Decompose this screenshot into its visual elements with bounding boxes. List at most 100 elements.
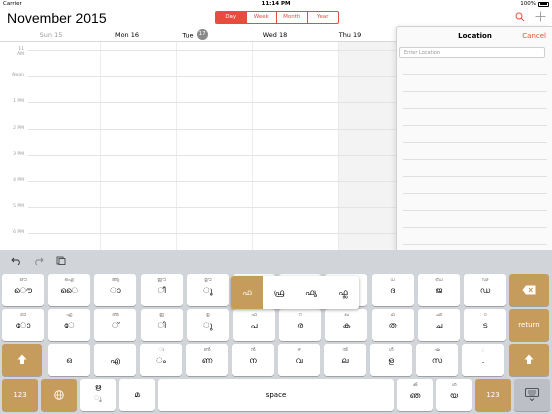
key-row1-1[interactable]: ഐൈ	[48, 274, 91, 306]
location-input[interactable]: Enter Location	[399, 47, 545, 58]
key-char: ല	[341, 356, 349, 365]
divider	[403, 142, 547, 143]
dismiss-keyboard-key[interactable]	[514, 379, 550, 411]
shift-key-right[interactable]	[509, 344, 549, 376]
shift-key-left[interactable]	[2, 344, 42, 376]
key-row3-4[interactable]: ൻന	[232, 344, 274, 376]
hour-label: 5 PM	[13, 204, 24, 209]
day-mon[interactable]: Mon 16	[89, 31, 165, 39]
key-char: ു	[203, 321, 213, 330]
key-row1-0[interactable]: ഔൌ	[2, 274, 44, 306]
numbers-key-left[interactable]: 123	[2, 379, 38, 411]
divider	[403, 108, 547, 109]
today-badge: 17	[196, 29, 208, 40]
key-hint: ;	[482, 347, 484, 353]
key-char: എ	[110, 356, 120, 365]
key-row3-6[interactable]: ൽല	[324, 344, 366, 376]
key-hint: ഏ	[66, 312, 73, 318]
key-row3-0[interactable]: ഒ	[48, 344, 90, 376]
location-popover: Location Cancel Enter Location	[396, 26, 552, 250]
key-ma[interactable]: മ	[119, 379, 155, 411]
key-char: ട	[482, 321, 488, 330]
view-week[interactable]: Week	[247, 12, 277, 23]
hour-row: 2 PM	[0, 126, 400, 131]
space-key[interactable]: space	[158, 379, 394, 411]
key-row2-0[interactable]: ഓോ	[2, 309, 44, 341]
redo-icon[interactable]	[33, 256, 44, 265]
delete-key[interactable]	[509, 274, 549, 306]
key-hint: ഐ	[64, 277, 74, 283]
key-char: ോ	[15, 321, 31, 330]
variant-key[interactable]: ഫ്ര	[263, 276, 295, 309]
variant-key[interactable]: ഫ്ല	[327, 276, 359, 309]
view-month[interactable]: Month	[277, 12, 308, 23]
key-char: ീ	[157, 286, 166, 295]
view-year[interactable]: Year	[308, 12, 339, 23]
key-row1-8[interactable]: ധദ	[371, 274, 414, 306]
key-nja[interactable]: ൿ ഞ	[397, 379, 433, 411]
day-tue[interactable]: Tue 17	[157, 29, 233, 40]
month-year: 2015	[75, 10, 107, 26]
key-row2-5[interactable]: ഫപ	[233, 309, 275, 341]
view-day[interactable]: Day	[216, 12, 247, 23]
key-row3-1[interactable]: എ	[94, 344, 136, 376]
return-key[interactable]: return	[509, 309, 549, 341]
key-row3-3[interactable]: ൺണ	[186, 344, 228, 376]
key-row2-9[interactable]: ഛച	[417, 309, 460, 341]
globe-key[interactable]	[41, 379, 77, 411]
day-wed[interactable]: Wed 18	[237, 31, 313, 39]
day-sun[interactable]: Sun 15	[13, 31, 89, 39]
key-row1-4[interactable]: ഊൂ	[186, 274, 229, 306]
key-char: ന	[249, 356, 257, 365]
search-icon[interactable]	[515, 12, 525, 22]
key-row3-8[interactable]: ഷസ	[416, 344, 458, 376]
key-ri[interactable]: ഋ ൃ	[80, 379, 116, 411]
key-char: േ	[63, 321, 75, 330]
key-hint: ൽ	[342, 347, 348, 353]
divider	[403, 176, 547, 177]
key-row2-7[interactable]: ഖക	[325, 309, 368, 341]
key-hint: ഓ	[20, 312, 26, 318]
key-hint: ഢ	[481, 277, 489, 283]
key-hint: ധ	[390, 277, 395, 283]
numbers-key-right[interactable]: 123	[475, 379, 511, 411]
hour-label: 11 AM	[17, 47, 24, 57]
key-row3-5[interactable]: ഴവ	[278, 344, 320, 376]
key-row3-7[interactable]: ൾള	[370, 344, 412, 376]
key-row3-2[interactable]: ഃം	[140, 344, 182, 376]
key-char: ജ	[435, 286, 443, 295]
key-row2-1[interactable]: ഏേ	[48, 309, 91, 341]
paste-icon[interactable]	[55, 256, 66, 265]
key-row2-8[interactable]: ഥത	[371, 309, 414, 341]
key-row1-3[interactable]: ഈീ	[140, 274, 183, 306]
key-char: സ	[431, 356, 443, 365]
key-hint: ഃ	[158, 347, 164, 353]
key-char: ം	[156, 356, 166, 365]
key-hint: ഴ	[297, 347, 301, 353]
key-row2-10[interactable]: ഠട	[464, 309, 506, 341]
key-hint: ൻ	[250, 347, 256, 353]
variant-key[interactable]: ഫ്യ	[295, 276, 327, 309]
key-row2-2[interactable]: അ്	[94, 309, 137, 341]
key-row3-9[interactable]: ;.	[462, 344, 504, 376]
hour-row: 4 PM	[0, 178, 400, 183]
key-char: ക	[342, 321, 351, 330]
add-event-icon[interactable]	[535, 11, 546, 22]
key-variants-popup: ഫ ഫ്ര ഫ്യ ഫ്ല	[231, 276, 359, 309]
day-thu[interactable]: Thu 19	[312, 31, 388, 39]
key-row1-10[interactable]: ഢഡ	[464, 274, 506, 306]
divider	[403, 125, 547, 126]
key-row2-3[interactable]: ഇി	[140, 309, 183, 341]
key-row1-9[interactable]: ഝജ	[417, 274, 460, 306]
key-ya[interactable]: ശ യ	[436, 379, 472, 411]
undo-icon[interactable]	[11, 256, 22, 265]
cancel-button[interactable]: Cancel	[522, 32, 546, 40]
key-char: പ	[250, 321, 258, 330]
key-row1-2[interactable]: ആാ	[94, 274, 137, 306]
variant-key[interactable]: ഫ	[231, 276, 263, 309]
key-hint: ഖ	[344, 312, 349, 318]
time-grid[interactable]: 11 AM Noon 1 PM 2 PM 3 PM 4 PM 5 PM 6 PM	[0, 42, 400, 250]
key-char: ാ	[110, 286, 121, 295]
key-row2-6[interactable]: റര	[279, 309, 322, 341]
key-row2-4[interactable]: ഉു	[186, 309, 229, 341]
